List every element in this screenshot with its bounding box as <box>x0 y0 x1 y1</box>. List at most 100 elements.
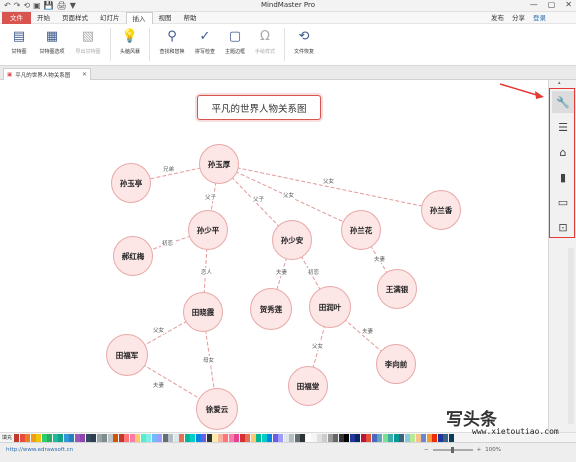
color-swatch[interactable] <box>19 433 25 442</box>
quick-access-2-icon[interactable]: ⟲ <box>23 1 30 11</box>
zoom-control[interactable]: − + 100% <box>424 447 501 453</box>
color-swatch[interactable] <box>393 433 399 442</box>
login-link[interactable]: 登录 <box>533 12 546 24</box>
color-swatch[interactable] <box>250 433 256 442</box>
person-node[interactable]: 孙兰花 <box>341 210 381 250</box>
relation-label[interactable]: 父女 <box>311 342 325 350</box>
relation-label[interactable]: 恋人 <box>200 268 214 276</box>
color-swatch[interactable] <box>311 433 317 442</box>
color-swatch[interactable] <box>14 433 20 442</box>
calendar-icon[interactable]: ▭ <box>552 191 574 213</box>
website-link[interactable]: http://www.edrawsoft.cn <box>6 447 73 453</box>
color-swatch[interactable] <box>239 433 245 442</box>
color-swatch[interactable] <box>349 433 355 442</box>
ribbon-button-4[interactable]: ⚲ 查找和替换 <box>154 24 190 65</box>
minimize-icon[interactable]: — <box>530 0 538 9</box>
quick-access-5-icon[interactable]: 🖨 <box>57 1 67 11</box>
quick-access-0-icon[interactable]: ↶ <box>4 1 11 11</box>
color-swatch[interactable] <box>212 433 218 442</box>
relation-label[interactable]: 母女 <box>202 356 216 364</box>
zoom-in-icon[interactable]: + <box>477 447 482 453</box>
color-swatch[interactable] <box>168 433 174 442</box>
color-swatch[interactable] <box>344 433 350 442</box>
ribbon-button-5[interactable]: ✓ 拼写检查 <box>190 24 220 65</box>
pin-icon[interactable]: ▴ <box>558 80 561 86</box>
color-swatch[interactable] <box>377 433 383 442</box>
person-node[interactable]: 王满银 <box>377 269 417 309</box>
color-swatch[interactable] <box>162 433 168 442</box>
maximize-icon[interactable]: ▢ <box>548 0 556 9</box>
share-button[interactable]: 分享 <box>512 12 525 24</box>
relation-label[interactable]: 夫妻 <box>373 255 387 263</box>
ribbon-button-8[interactable]: ⟲ 文件恢复 <box>289 24 319 65</box>
menu-insert[interactable]: 插入 <box>125 11 153 24</box>
color-swatch[interactable] <box>107 433 113 442</box>
color-swatch[interactable] <box>322 433 328 442</box>
person-node[interactable]: 孙兰香 <box>421 190 461 230</box>
color-swatch[interactable] <box>195 433 201 442</box>
relation-label[interactable]: 夫妻 <box>361 327 375 335</box>
color-swatch[interactable] <box>300 433 306 442</box>
color-swatch[interactable] <box>371 433 377 442</box>
color-swatch[interactable] <box>283 433 289 442</box>
color-swatch[interactable] <box>338 433 344 442</box>
color-swatch[interactable] <box>256 433 262 442</box>
relation-label[interactable]: 父女 <box>322 177 336 185</box>
color-swatch[interactable] <box>410 433 416 442</box>
person-node[interactable]: 徐爱云 <box>196 388 238 430</box>
color-swatch[interactable] <box>157 433 163 442</box>
vertical-scrollbar[interactable] <box>568 248 574 424</box>
ribbon-button-7[interactable]: Ω 手绘样式 <box>250 24 280 65</box>
color-swatch[interactable] <box>217 433 223 442</box>
quick-access-6-icon[interactable]: ▼ <box>70 1 76 11</box>
color-swatch[interactable] <box>146 433 152 442</box>
color-swatch[interactable] <box>96 433 102 442</box>
color-swatch[interactable] <box>272 433 278 442</box>
export-icon[interactable]: ⊡ <box>552 216 574 238</box>
color-swatch[interactable] <box>135 433 141 442</box>
ribbon-button-0[interactable]: ▤ 甘特图 <box>4 24 34 65</box>
color-swatch[interactable] <box>294 433 300 442</box>
color-swatch[interactable] <box>333 433 339 442</box>
publish-button[interactable]: 发布 <box>491 12 504 24</box>
color-swatch[interactable] <box>63 433 69 442</box>
color-swatch[interactable] <box>91 433 97 442</box>
relation-label[interactable]: 父子 <box>204 193 218 201</box>
color-swatch[interactable] <box>129 433 135 442</box>
menu-help[interactable]: 帮助 <box>178 12 203 24</box>
person-node[interactable]: 田晓霞 <box>183 292 223 332</box>
color-swatch[interactable] <box>382 433 388 442</box>
color-swatch[interactable] <box>201 433 207 442</box>
color-swatch[interactable] <box>289 433 295 442</box>
relation-label[interactable]: 初恋 <box>307 268 321 276</box>
color-swatch[interactable] <box>47 433 53 442</box>
person-node[interactable]: 孙玉厚 <box>199 144 239 184</box>
relation-label[interactable]: 初恋 <box>161 239 175 247</box>
ribbon-button-6[interactable]: ▢ 主题边框 <box>220 24 250 65</box>
color-swatch[interactable] <box>184 433 190 442</box>
document-tab[interactable]: ▣ 平凡的世界人物关系图 ✕ <box>3 68 91 80</box>
color-swatch[interactable] <box>206 433 212 442</box>
color-swatch[interactable] <box>113 433 119 442</box>
color-swatch[interactable] <box>85 433 91 442</box>
person-node[interactable]: 孙玉亭 <box>111 163 151 203</box>
color-swatch[interactable] <box>426 433 432 442</box>
format-brush-icon[interactable]: 🔧 <box>552 91 574 113</box>
color-swatch[interactable] <box>30 433 36 442</box>
color-swatch[interactable] <box>36 433 42 442</box>
color-swatch[interactable] <box>118 433 124 442</box>
relation-label[interactable]: 父子 <box>252 195 266 203</box>
zoom-slider[interactable] <box>432 447 473 453</box>
outline-icon[interactable]: ☰ <box>552 116 574 138</box>
close-icon[interactable]: ✕ <box>565 0 572 9</box>
color-swatch[interactable] <box>41 433 47 442</box>
color-swatch[interactable] <box>228 433 234 442</box>
close-tab-icon[interactable]: ✕ <box>82 71 87 78</box>
color-swatch[interactable] <box>74 433 80 442</box>
color-swatch[interactable] <box>25 433 31 442</box>
person-node[interactable]: 孙少平 <box>188 210 228 250</box>
color-swatch[interactable] <box>69 433 75 442</box>
color-swatch[interactable] <box>355 433 361 442</box>
relation-label[interactable]: 父女 <box>152 326 166 334</box>
attachment-icon[interactable]: ▮ <box>552 166 574 188</box>
